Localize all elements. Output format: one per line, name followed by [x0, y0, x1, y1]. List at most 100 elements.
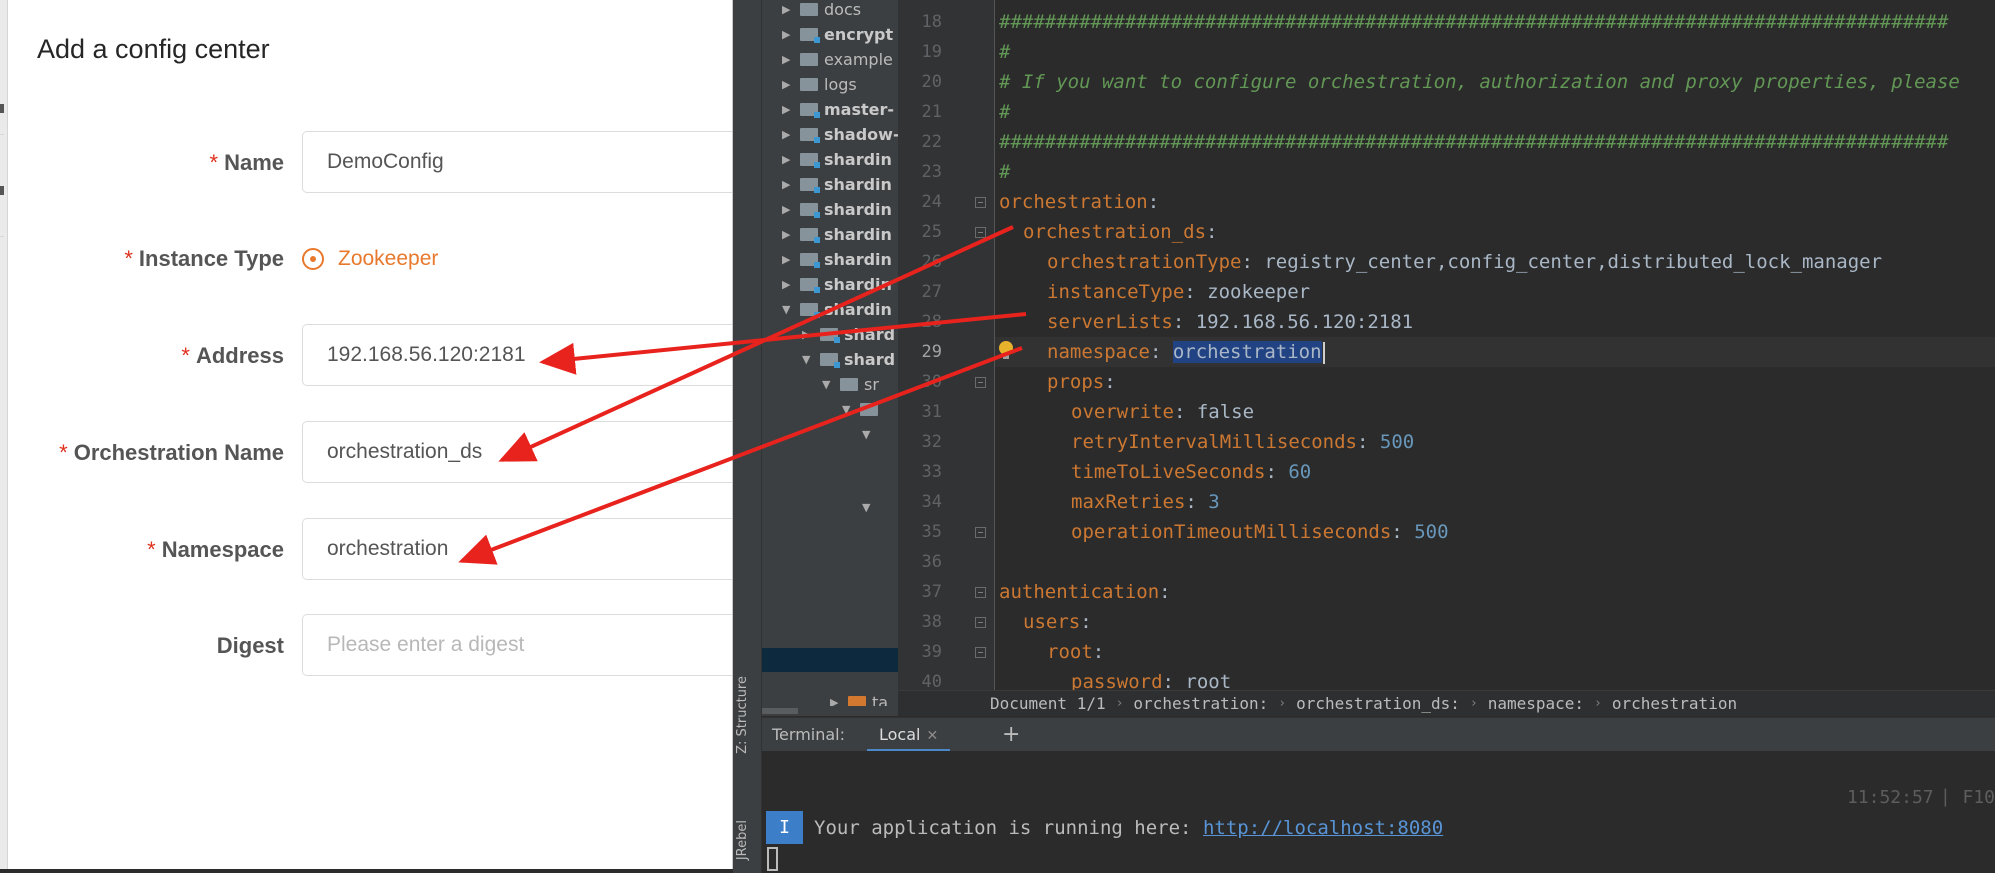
info-badge: I — [766, 811, 803, 844]
folder-icon — [800, 78, 818, 91]
address-input[interactable] — [302, 324, 732, 386]
tree-item-main[interactable]: ▼ — [842, 397, 884, 422]
namespace-input[interactable] — [302, 518, 732, 580]
chevron-right-icon[interactable]: ▶ — [782, 228, 800, 241]
chevron-down-icon[interactable]: ▼ — [822, 378, 840, 391]
orchestration-name-input[interactable] — [302, 421, 732, 483]
breadcrumb-item[interactable]: orchestration — [1612, 694, 1737, 713]
fold-marker-icon[interactable] — [975, 587, 986, 598]
scrollbar-thumb[interactable] — [762, 708, 798, 714]
tree-horizontal-scrollbar[interactable] — [762, 706, 898, 716]
chevron-right-icon[interactable]: ▶ — [782, 203, 800, 216]
code-line: ########################################… — [999, 11, 1949, 33]
add-terminal-button[interactable]: + — [1002, 718, 1020, 752]
breadcrumb-item[interactable]: orchestration: — [1133, 694, 1268, 713]
tree-item-logs[interactable]: ▶ logs — [782, 72, 857, 97]
localhost-link[interactable]: http://localhost:8080 — [1203, 817, 1443, 839]
fold-marker-icon[interactable] — [975, 647, 986, 658]
address-label: * Address — [181, 343, 284, 368]
module-folder-icon — [800, 103, 820, 118]
tree-item-docs[interactable]: ▶ docs — [782, 0, 861, 22]
chevron-right-icon[interactable]: ▶ — [782, 28, 800, 41]
editor-gutter: 18 19 20 21 22 23 24 25 26 27 28 29 30 3… — [898, 0, 995, 690]
selected-text[interactable]: orchestration — [1172, 341, 1322, 363]
chevron-right-icon[interactable]: ▶ — [782, 3, 800, 16]
chevron-right-icon[interactable]: ▶ — [782, 53, 800, 66]
terminal-title: Terminal: — [772, 725, 846, 744]
fold-marker-icon[interactable] — [975, 527, 986, 538]
tree-item-src[interactable]: ▼ sr — [822, 372, 879, 397]
breadcrumb-item[interactable]: namespace: — [1488, 694, 1584, 713]
tree-item-sharding-1[interactable]: ▶ shardin — [782, 147, 892, 172]
line-number: 37 — [921, 582, 942, 602]
chevron-right-icon[interactable]: ▶ — [782, 253, 800, 266]
tree-selected-row[interactable] — [762, 648, 898, 672]
tree-item-shard-2[interactable]: ▼ shard — [802, 347, 895, 372]
module-folder-icon — [800, 28, 820, 43]
fold-marker-icon[interactable] — [975, 377, 986, 388]
code-editor[interactable]: ########################################… — [995, 0, 1995, 690]
tree-item-resources[interactable]: ▼ — [862, 495, 880, 520]
tree-item-sharding-7[interactable]: ▼ shardin — [782, 297, 892, 322]
line-number: 22 — [921, 132, 942, 152]
digest-input[interactable] — [302, 614, 732, 676]
code-line: authentication: — [999, 581, 1171, 603]
tree-item-example[interactable]: ▶ example — [782, 47, 893, 72]
line-number: 35 — [921, 522, 942, 542]
breadcrumb-item[interactable]: orchestration_ds: — [1296, 694, 1460, 713]
breadcrumb-item[interactable]: Document 1/1 — [990, 694, 1106, 713]
jrebel-tool-tab[interactable]: JRebel — [735, 820, 757, 860]
orchestration-name-row: * Orchestration Name — [0, 421, 732, 485]
fold-marker-icon[interactable] — [975, 617, 986, 628]
code-line: root: — [1047, 641, 1105, 663]
tree-item-sharding-3[interactable]: ▶ shardin — [782, 197, 892, 222]
module-folder-icon — [800, 278, 820, 293]
close-icon[interactable]: ✕ — [926, 728, 938, 744]
namespace-label: * Namespace — [147, 537, 284, 562]
code-line: users: — [1023, 611, 1092, 633]
terminal-tab-local[interactable]: Local ✕ — [867, 718, 951, 752]
zookeeper-radio-label[interactable]: Zookeeper — [338, 247, 438, 271]
radio-selected-icon[interactable] — [302, 248, 324, 270]
chevron-right-icon[interactable]: ▶ — [782, 78, 800, 91]
structure-tool-tab[interactable]: Z: Structure — [735, 676, 757, 754]
zookeeper-radio-option[interactable]: Zookeeper — [302, 227, 438, 291]
code-line: instanceType: zookeeper — [1047, 281, 1311, 303]
line-number: 32 — [921, 432, 942, 452]
chevron-right-icon[interactable]: ▶ — [802, 328, 820, 341]
chevron-down-icon[interactable]: ▼ — [782, 303, 800, 316]
code-line: orchestration: — [999, 191, 1160, 213]
tree-item-master[interactable]: ▶ master- — [782, 97, 894, 122]
code-line: ########################################… — [999, 131, 1949, 153]
chevron-right-icon[interactable]: ▶ — [782, 178, 800, 191]
chevron-down-icon[interactable]: ▼ — [862, 501, 880, 514]
folder-icon — [840, 378, 858, 391]
digest-row: Digest — [0, 614, 732, 678]
line-number: 21 — [921, 102, 942, 122]
name-input[interactable] — [302, 131, 732, 193]
fold-marker-icon[interactable] — [975, 197, 986, 208]
chevron-down-icon[interactable]: ▼ — [862, 428, 880, 441]
tree-item-shard-1[interactable]: ▶ shard — [802, 322, 895, 347]
chevron-right-icon[interactable]: ▶ — [782, 278, 800, 291]
tree-item-shadow[interactable]: ▶ shadow- — [782, 122, 898, 147]
tree-item-sharding-5[interactable]: ▶ shardin — [782, 247, 892, 272]
tree-item-encrypt[interactable]: ▶ encrypt — [782, 22, 893, 47]
chevron-down-icon[interactable]: ▼ — [802, 353, 820, 366]
line-number: 20 — [921, 72, 942, 92]
tree-item-java[interactable]: ▼ — [862, 422, 880, 447]
fold-marker-icon[interactable] — [975, 227, 986, 238]
chevron-down-icon[interactable]: ▼ — [842, 403, 860, 416]
code-line: props: — [1047, 371, 1116, 393]
tree-item-sharding-6[interactable]: ▶ shardin — [782, 272, 892, 297]
chevron-right-icon[interactable]: ▶ — [782, 103, 800, 116]
chevron-right-icon[interactable]: ▶ — [782, 153, 800, 166]
chevron-right-icon[interactable]: ▶ — [782, 128, 800, 141]
tree-item-sharding-4[interactable]: ▶ shardin — [782, 222, 892, 247]
code-line: operationTimeoutMilliseconds: 500 — [1071, 521, 1449, 543]
line-number: 38 — [921, 612, 942, 632]
terminal-output[interactable]: 11:52:57 ⎸F10 I Your application is runn… — [762, 751, 1995, 873]
line-number: 30 — [921, 372, 942, 392]
tree-item-sharding-2[interactable]: ▶ shardin — [782, 172, 892, 197]
lightbulb-icon[interactable] — [999, 341, 1013, 359]
